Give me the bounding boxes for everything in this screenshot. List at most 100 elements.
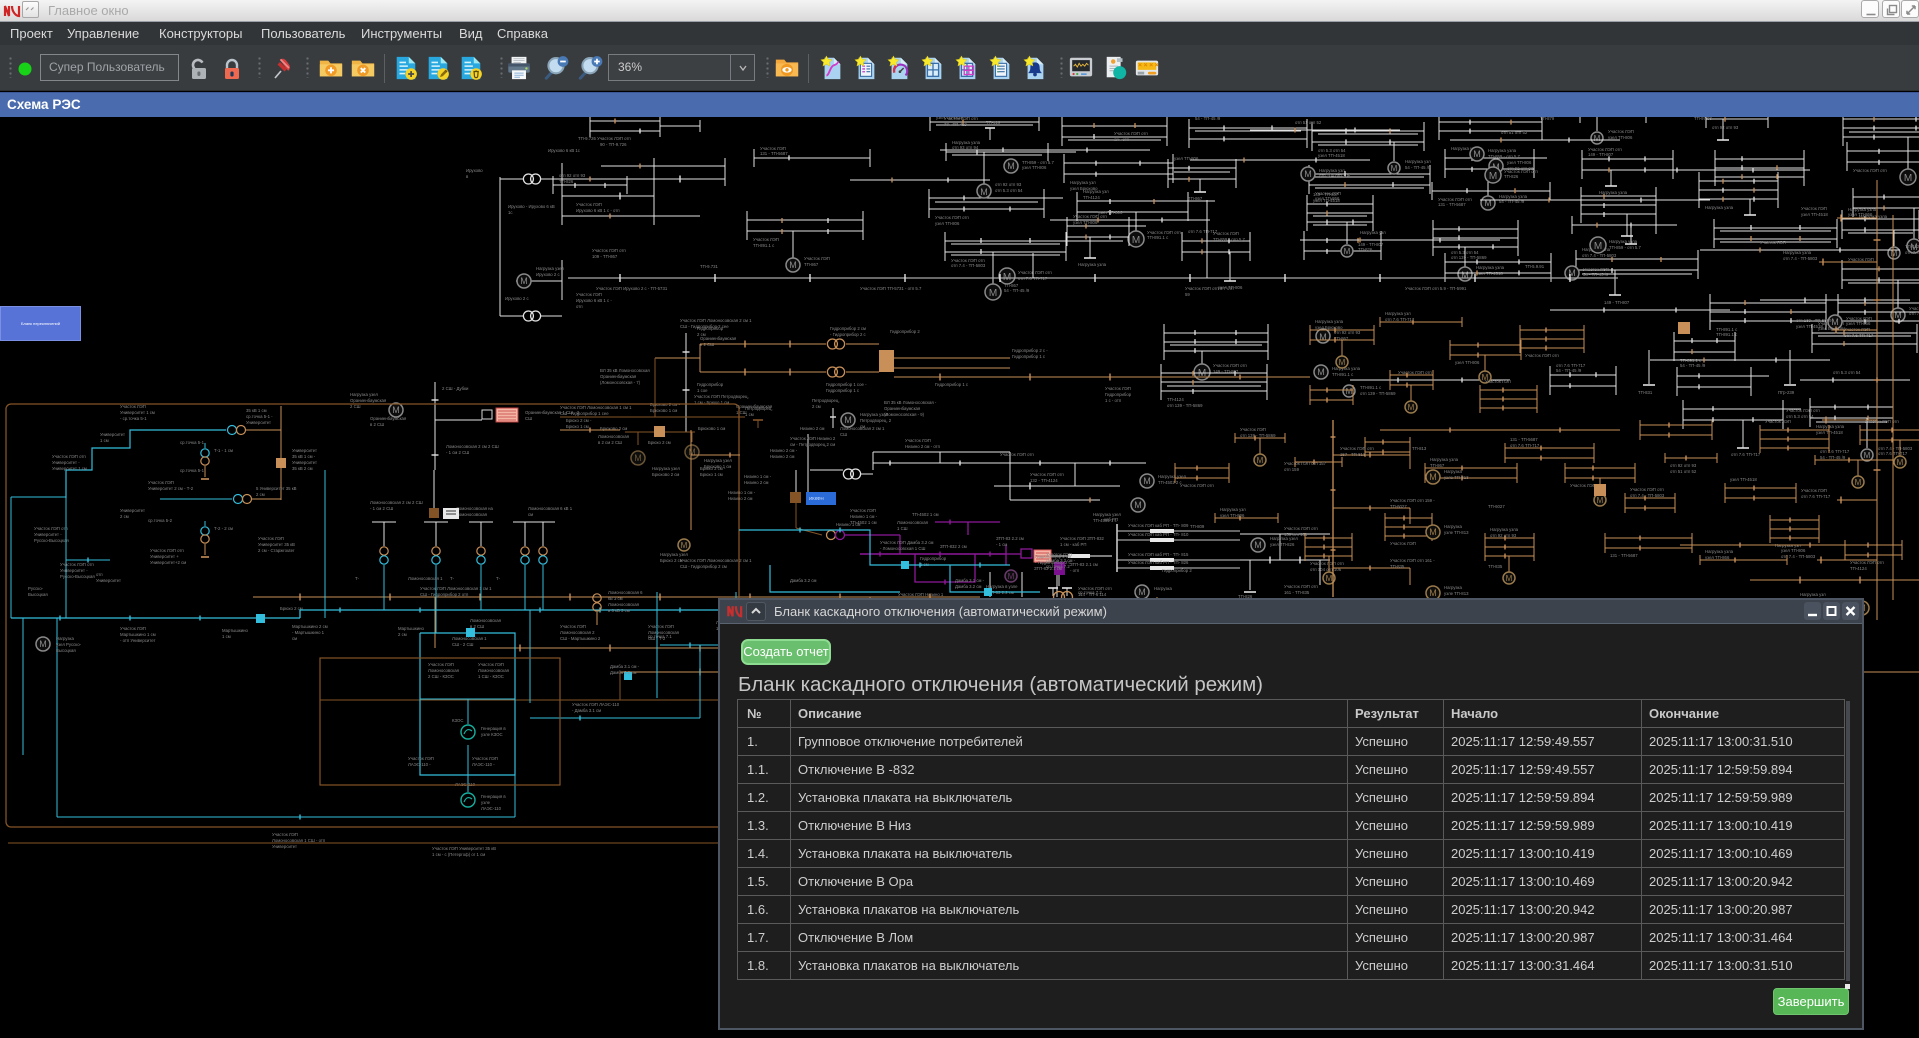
svg-text:Участок ЛЭП отп: Участок ЛЭП отп — [944, 117, 978, 121]
svg-text:M: M — [1904, 173, 1912, 184]
svg-text:Мартышкино: Мартышкино — [398, 626, 424, 631]
svg-text:149 - ТП-807: 149 - ТП-807 — [1313, 192, 1339, 197]
svg-text:Нагрузка: Нагрузка — [1154, 586, 1172, 591]
svg-text:Ораниенбаумская: Ораниенбаумская — [350, 398, 387, 403]
svg-text:ап - отп: ап - отп — [1114, 137, 1130, 142]
svg-text:Участок ЛЭП ТП-5731 - отп 5.7: Участок ЛЭП ТП-5731 - отп 5.7 — [860, 286, 922, 291]
svg-text:отп 7.4 - ТП-5803: отп 7.4 - ТП-5803 — [1630, 493, 1665, 498]
svg-text:131 - ТП-5687: 131 - ТП-5687 — [1510, 437, 1538, 442]
svg-text:Университет: Университет — [96, 578, 121, 583]
svg-text:Участок ЛЭП: Участок ЛЭП — [478, 662, 504, 667]
svg-text:см: см — [528, 512, 533, 517]
svg-text:Ломоносовская 6: Ломоносовская 6 — [608, 590, 643, 595]
svg-text:отп 7.6 ТП-717: отп 7.6 ТП-717 — [1801, 494, 1831, 499]
svg-text:1 см - каб РП: 1 см - каб РП — [1060, 542, 1086, 547]
svg-text:Ломоносовская 2 см 2 СШ: Ломоносовская 2 см 2 СШ — [370, 500, 423, 505]
svg-text:ЗТП-832 2 см: ЗТП-832 2 см — [940, 544, 967, 549]
svg-text:M: M — [1344, 247, 1351, 256]
svg-text:Участок ЛЭП ЗТП-832: Участок ЛЭП ЗТП-832 — [1060, 536, 1105, 541]
svg-text:в 2 см 2 СШ: в 2 см 2 СШ — [598, 440, 622, 445]
svg-text:Участок ЛЭП Низино 2: Участок ЛЭП Низино 2 — [790, 436, 836, 441]
svg-text:Дамба 3.1 см -: Дамба 3.1 см - — [610, 664, 640, 669]
svg-text:Ораниенбаумская: Ораниенбаумская — [884, 406, 921, 411]
svg-text:Университет -: Университет - — [60, 568, 88, 573]
svg-text:Университет 1 см: Университет 1 см — [120, 410, 155, 415]
svg-text:Участок ЛЭП отп 5.9 - ТП-5991: Участок ЛЭП отп 5.9 - ТП-5991 — [1405, 286, 1467, 291]
svg-text:Низино 1 см -: Низино 1 см - — [728, 490, 756, 495]
svg-text:Университет +: Университет + — [150, 554, 179, 559]
svg-text:Участок ЛЭП: Участок ЛЭП — [1390, 541, 1416, 546]
svg-text:54 - ТП-45 /9: 54 - ТП-45 /9 — [1405, 165, 1431, 170]
svg-text:Т-: Т- — [496, 576, 501, 581]
svg-text:отп 51 отп 52: отп 51 отп 52 — [1295, 120, 1322, 125]
svg-text:отп 159: отп 159 — [1284, 467, 1300, 472]
svg-text:узел Русско-: узел Русско- — [56, 642, 82, 647]
svg-text:149 - ТП-807: 149 - ТП-807 — [1588, 152, 1614, 157]
svg-text:ТП-6027: ТП-6027 — [1390, 504, 1407, 509]
svg-text:узел ТП-4518: узел ТП-4518 — [1313, 198, 1340, 203]
svg-text:отп 7.4 - ТП-5803: отп 7.4 - ТП-5803 — [951, 263, 986, 268]
svg-text:2 см: 2 см — [256, 492, 265, 497]
svg-text:Брюхово 1 см: Брюхово 1 см — [650, 408, 677, 413]
svg-text:(Ломоносовская - 7): (Ломоносовская - 7) — [600, 380, 641, 385]
svg-text:узле: узле — [481, 800, 491, 805]
svg-text:Участок ЛЭП: Участок ЛЭП — [753, 237, 779, 242]
svg-text:отп: отп — [576, 304, 583, 309]
svg-text:Т-: Т- — [450, 576, 455, 581]
svg-text:узел ТП-826: узел ТП-826 — [1270, 542, 1295, 547]
svg-text:M: M — [1134, 500, 1142, 510]
svg-text:1 см: 1 см — [100, 438, 109, 443]
svg-text:Участок ЛЭП отп 5.7 отп: Участок ЛЭП отп 5.7 отп — [1185, 286, 1234, 291]
svg-text:отп 139 - ТП-5869: отп 139 - ТП-5869 — [1167, 403, 1203, 408]
svg-text:отп 7.6 ТП-717: отп 7.6 ТП-717 — [1385, 317, 1415, 322]
svg-text:узел ТП-4518: узел ТП-4518 — [1796, 324, 1823, 329]
svg-text:(Ломоносовская - 9): (Ломоносовская - 9) — [884, 412, 925, 417]
svg-text:отп 92 отп 93: отп 92 отп 93 — [559, 173, 586, 178]
svg-text:узел ТП-806: узел ТП-806 — [1073, 220, 1098, 225]
svg-text:ТП-6027: ТП-6027 — [1488, 504, 1505, 509]
svg-text:ТП-826: ТП-826 — [1849, 117, 1864, 118]
svg-text:Участок ЛЭП отп: Участок ЛЭП отп — [60, 562, 94, 567]
svg-text:Участок ЛЭП отп: Участок ЛЭП отп — [1284, 526, 1318, 531]
svg-text:2 СШ - КЗОС: 2 СШ - КЗОС — [428, 674, 454, 679]
svg-text:- Дамба 3.1 см: - Дамба 3.1 см — [572, 708, 601, 713]
svg-text:узел ТП-806: узел ТП-806 — [1098, 210, 1123, 215]
svg-text:Участок ЛЭП отп: Участок ЛЭП отп — [52, 454, 86, 459]
svg-text:M: M — [1257, 456, 1264, 465]
svg-text:ТП-4124: ТП-4124 — [1167, 397, 1184, 402]
svg-text:Нагрузка: Нагрузка — [1444, 585, 1462, 590]
svg-text:Участок ЛЭП: Участок ЛЭП — [472, 756, 498, 761]
svg-text:1 СШ: 1 СШ — [897, 526, 908, 531]
svg-text:Гидроприбор 2 с -: Гидроприбор 2 с - — [1012, 348, 1048, 353]
svg-text:149 - ТП-807: 149 - ТП-807 — [1604, 300, 1630, 305]
svg-text:Ломоносовская: Ломоносовская — [470, 618, 502, 623]
svg-text:90 - ТП-9.726: 90 - ТП-9.726 — [600, 142, 627, 147]
svg-text:Ирухово: Ирухово — [466, 168, 483, 173]
svg-text:СШ - Гидроприбор 2 см: СШ - Гидроприбор 2 см — [680, 564, 727, 569]
svg-text:1 сое: 1 сое — [697, 388, 708, 393]
svg-text:Высоцкая: Высоцкая — [28, 592, 48, 597]
svg-text:M: M — [1408, 403, 1415, 412]
svg-text:см - Петродворец,2 см: см - Петродворец,2 см — [790, 442, 835, 447]
svg-text:ср.точка 7.2: ср.точка 7.2 — [1078, 590, 1102, 595]
svg-text:M: M — [1489, 171, 1497, 182]
svg-text:узле ТП-813: узле ТП-813 — [1444, 475, 1469, 480]
svg-text:узел ТП-806: узел ТП-806 — [1507, 160, 1532, 165]
svg-text:Участок ЛЭП Дамба 3.2 см: Участок ЛЭП Дамба 3.2 см — [880, 540, 934, 545]
svg-text:Нагрузка узла: Нагрузка узла — [1705, 549, 1734, 554]
svg-text:Участок ЛЭП Ломоносовская 2 см: Участок ЛЭП Ломоносовская 2 см 1 — [680, 558, 752, 563]
svg-text:Ломоносовская: Ломоносовская — [428, 668, 460, 673]
svg-text:отп 5.3 отп 54: отп 5.3 отп 54 — [1786, 414, 1814, 419]
svg-text:отп 5.3 отп 54: отп 5.3 отп 54 — [995, 188, 1023, 193]
svg-text:M: M — [989, 288, 997, 299]
svg-text:- ср.точка 5-1: - ср.точка 5-1 — [120, 416, 147, 421]
svg-text:131 - ТП-5687: 131 - ТП-5687 — [1438, 202, 1466, 207]
svg-text:Участок ЛЭП отп: Участок ЛЭП отп — [1340, 446, 1374, 451]
svg-text:Участок ЛЭП Петродворец,: Участок ЛЭП Петродворец, — [694, 394, 749, 399]
svg-text:отп 7.6 ТП-717: отп 7.6 ТП-717 — [1820, 449, 1850, 454]
svg-text:Низино 1 см -: Низино 1 см - — [850, 514, 878, 519]
svg-text:1 СШ - КЗОС: 1 СШ - КЗОС — [478, 674, 504, 679]
svg-text:Нагрузка узла: Нагрузка узла — [1609, 239, 1638, 244]
svg-text:Брюхово 2 см: Брюхово 2 см — [652, 472, 679, 477]
svg-text:Участок ЛЭП отп 159 -: Участок ЛЭП отп 159 - — [1390, 498, 1435, 503]
